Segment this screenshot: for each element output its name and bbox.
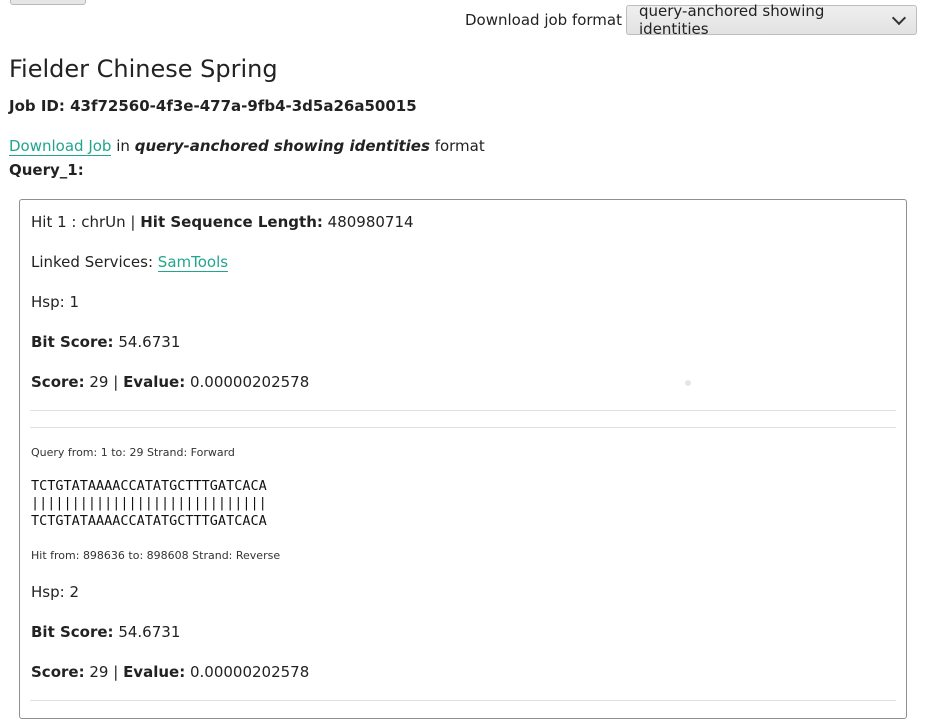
score-label: Score: (31, 373, 85, 391)
bit-score-value: 54.6731 (118, 623, 181, 641)
chevron-down-icon (892, 10, 907, 25)
hit-card: Hit 1 : chrUn | Hit Sequence Length: 480… (19, 199, 907, 719)
bit-score-row: Bit Score: 54.6731 (31, 623, 180, 641)
evalue-label: Evalue: (123, 663, 186, 681)
score-value: 29 | (89, 373, 119, 391)
evalue-label: Evalue: (123, 373, 186, 391)
score-label: Score: (31, 663, 85, 681)
page-title: Fielder Chinese Spring (9, 55, 278, 83)
hsp-title: Hsp: 1 (31, 293, 79, 311)
score-row: Score: 29 | Evalue: 0.00000202578 (31, 373, 309, 391)
evalue-value: 0.00000202578 (189, 373, 310, 391)
hit-length-value: 480980714 (327, 213, 414, 231)
score-value: 29 | (89, 663, 119, 681)
samtools-link[interactable]: SamTools (157, 253, 229, 272)
evalue-value: 0.00000202578 (189, 663, 310, 681)
alignment-query-seq: TCTGTATAAAACCATATGCTTTGATCACA (31, 478, 267, 494)
bit-score-label: Bit Score: (31, 333, 114, 351)
hit-id: Hit 1 : chrUn | (31, 213, 136, 231)
download-job-link[interactable]: Download Job (9, 137, 112, 156)
download-in-text: in (116, 137, 130, 155)
download-format-select[interactable]: query-anchored showing identities (626, 2, 917, 38)
alignment-match-line: ||||||||||||||||||||||||||||| (31, 495, 267, 511)
download-line: Download Job in query-anchored showing i… (9, 137, 485, 156)
download-format-selected: query-anchored showing identities (639, 2, 825, 38)
hsp-title: Hsp: 2 (31, 583, 79, 601)
hit-length-label: Hit Sequence Length: (140, 213, 323, 231)
linked-services: Linked Services: SamTools (31, 253, 229, 272)
query-label: Query_1: (9, 161, 84, 179)
job-id: Job ID: 43f72560-4f3e-477a-9fb4-3d5a26a5… (9, 97, 417, 115)
top-button[interactable] (10, 0, 86, 5)
alignment-hit-seq: TCTGTATAAAACCATATGCTTTGATCACA (31, 513, 267, 529)
hit-range: Hit from: 898636 to: 898608 Strand: Reve… (31, 549, 281, 562)
score-row: Score: 29 | Evalue: 0.00000202578 (31, 663, 309, 681)
download-suffix-text: format (434, 137, 485, 155)
download-format-label: Download job format (464, 11, 622, 29)
spinner-dot (685, 380, 691, 386)
query-range: Query from: 1 to: 29 Strand: Forward (31, 446, 235, 459)
download-format-name: query-anchored showing identities (134, 137, 430, 155)
hit-header: Hit 1 : chrUn | Hit Sequence Length: 480… (31, 213, 414, 231)
divider (30, 410, 896, 411)
divider (30, 427, 896, 428)
bit-score-row: Bit Score: 54.6731 (31, 333, 180, 351)
download-format-row: Download job format query-anchored showi… (464, 2, 917, 38)
bit-score-label: Bit Score: (31, 623, 114, 641)
bit-score-value: 54.6731 (118, 333, 181, 351)
divider (30, 700, 896, 701)
linked-services-label: Linked Services: (31, 253, 154, 271)
